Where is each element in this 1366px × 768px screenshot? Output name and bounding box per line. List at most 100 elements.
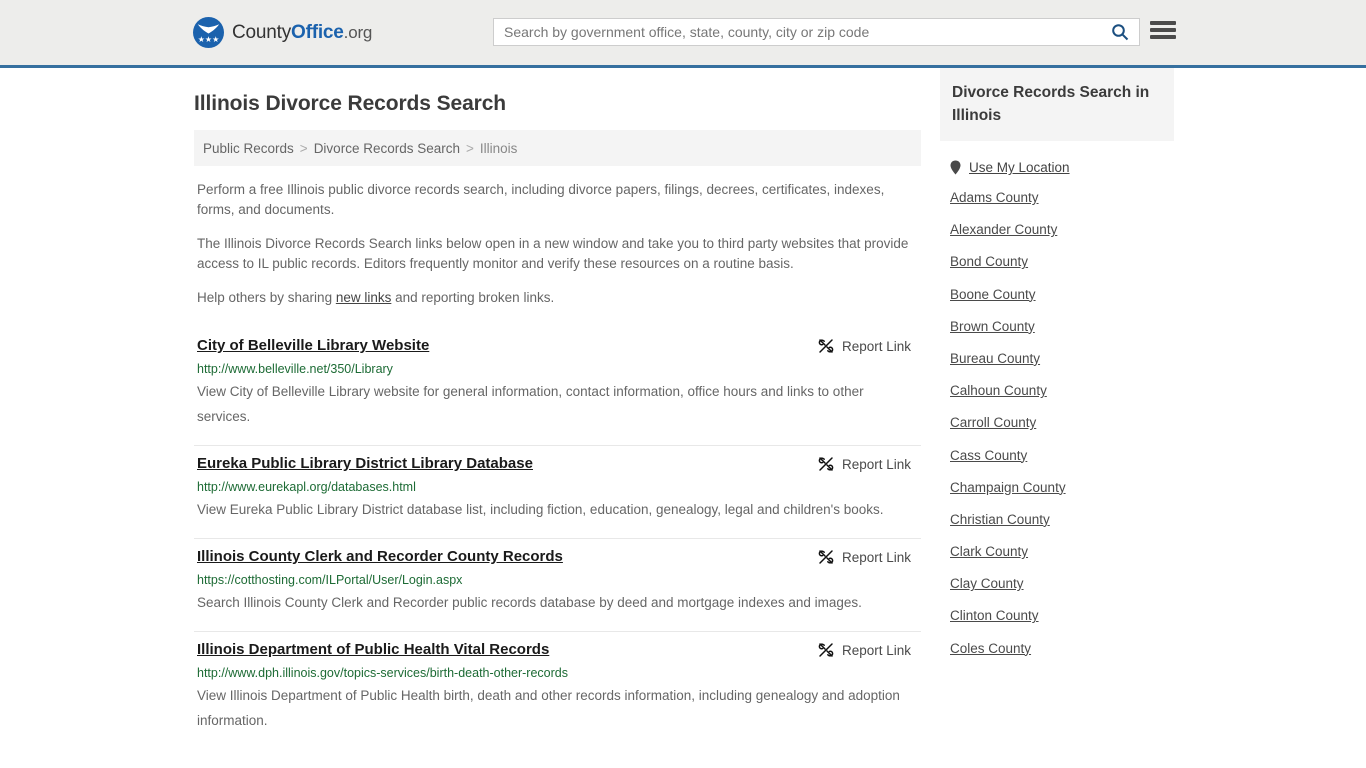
county-list-item: Clay County <box>950 575 1174 593</box>
county-list-item: Champaign County <box>950 479 1174 497</box>
county-list-item: Alexander County <box>950 221 1174 239</box>
result-item: City of Belleville Library Website Report… <box>194 328 921 446</box>
result-description: View Eureka Public Library District data… <box>197 502 884 517</box>
result-title-link[interactable]: Eureka Public Library District Library D… <box>197 454 533 474</box>
county-list-item: Bond County <box>950 253 1174 271</box>
logo-text-county: County <box>232 21 292 43</box>
result-header: Illinois County Clerk and Recorder Count… <box>197 547 918 567</box>
county-list-item: Clinton County <box>950 607 1174 625</box>
sidebar-heading: Divorce Records Search in Illinois <box>952 84 1150 124</box>
county-link[interactable]: Christian County <box>950 512 1050 527</box>
report-link-label: Report Link <box>841 549 911 565</box>
county-list-item: Calhoun County <box>950 382 1174 400</box>
broken-link-icon <box>818 550 834 564</box>
result-header: Eureka Public Library District Library D… <box>197 454 918 474</box>
result-header: City of Belleville Library Website Report… <box>197 336 918 356</box>
result-header: Illinois Department of Public Health Vit… <box>197 640 918 660</box>
eagle-wing-icon <box>197 24 220 34</box>
broken-link-icon <box>818 457 834 471</box>
report-link-button[interactable]: Report Link <box>818 642 918 658</box>
page-title: Illinois Divorce Records Search <box>194 92 507 115</box>
content-container: Illinois Divorce Records Search Public R… <box>189 68 1177 749</box>
county-link[interactable]: Clay County <box>950 576 1024 591</box>
search-button[interactable] <box>1101 19 1139 45</box>
report-link-label: Report Link <box>841 642 911 658</box>
use-my-location-row[interactable]: Use My Location <box>950 160 1174 175</box>
intro-p3-before: Help others by sharing <box>197 290 336 305</box>
county-link[interactable]: Cass County <box>950 448 1027 463</box>
county-link[interactable]: Coles County <box>950 641 1031 656</box>
intro-paragraph-1: Perform a free Illinois public divorce r… <box>197 182 885 217</box>
county-link[interactable]: Champaign County <box>950 480 1066 495</box>
county-link[interactable]: Alexander County <box>950 222 1057 237</box>
use-my-location-link[interactable]: Use My Location <box>969 160 1070 175</box>
report-link-button[interactable]: Report Link <box>818 549 918 565</box>
breadcrumb-item-divorce-records-search[interactable]: Divorce Records Search <box>314 141 460 156</box>
county-list-item: Brown County <box>950 318 1174 336</box>
logo-text-office: Office <box>291 21 344 43</box>
logo-text: CountyOffice.org <box>232 22 372 44</box>
result-title-link[interactable]: Illinois Department of Public Health Vit… <box>197 640 549 660</box>
intro-paragraph-3: Help others by sharing new links and rep… <box>194 288 921 308</box>
report-link-label: Report Link <box>841 456 911 472</box>
county-link[interactable]: Bureau County <box>950 351 1040 366</box>
county-list-item: Christian County <box>950 511 1174 529</box>
breadcrumb: Public Records > Divorce Records Search … <box>194 130 921 166</box>
county-link[interactable]: Bond County <box>950 254 1028 269</box>
hamburger-bar-1 <box>1150 21 1176 25</box>
county-list-item: Adams County <box>950 189 1174 207</box>
county-link[interactable]: Adams County <box>950 190 1039 205</box>
result-description: Search Illinois County Clerk and Recorde… <box>197 595 862 610</box>
result-url[interactable]: https://cotthosting.com/ILPortal/User/Lo… <box>197 572 918 588</box>
county-link[interactable]: Carroll County <box>950 415 1036 430</box>
breadcrumb-item-public-records[interactable]: Public Records <box>203 141 294 156</box>
county-list-item: Cass County <box>950 447 1174 465</box>
county-link[interactable]: Boone County <box>950 287 1036 302</box>
new-links-link[interactable]: new links <box>336 290 392 305</box>
result-url[interactable]: http://www.dph.illinois.gov/topics-servi… <box>197 665 918 681</box>
county-list-item: Clark County <box>950 543 1174 561</box>
breadcrumb-separator-2: > <box>466 140 474 156</box>
result-title-link[interactable]: City of Belleville Library Website <box>197 336 429 356</box>
search-bar[interactable] <box>493 18 1140 46</box>
result-title-link[interactable]: Illinois County Clerk and Recorder Count… <box>197 547 563 567</box>
site-logo[interactable]: ★★★ CountyOffice.org <box>193 17 372 48</box>
county-list-item: Bureau County <box>950 350 1174 368</box>
result-description: View City of Belleville Library website … <box>197 384 864 424</box>
result-url[interactable]: http://www.belleville.net/350/Library <box>197 361 918 377</box>
logo-text-org: .org <box>343 22 373 42</box>
county-office-logo-icon: ★★★ <box>193 17 224 48</box>
result-item: Illinois County Clerk and Recorder Count… <box>194 539 921 632</box>
result-url[interactable]: http://www.eurekapl.org/databases.html <box>197 479 918 495</box>
county-link[interactable]: Brown County <box>950 319 1035 334</box>
report-link-label: Report Link <box>841 338 911 354</box>
breadcrumb-separator-1: > <box>299 140 308 156</box>
result-item: Eureka Public Library District Library D… <box>194 446 921 539</box>
site-header: ★★★ CountyOffice.org <box>0 0 1366 68</box>
broken-link-icon <box>818 339 834 353</box>
county-link[interactable]: Clinton County <box>950 608 1039 623</box>
main-column: Illinois Divorce Records Search Public R… <box>194 68 921 749</box>
intro-paragraph-2: The Illinois Divorce Records Search link… <box>197 236 909 271</box>
county-list-item: Coles County <box>950 640 1174 658</box>
hamburger-menu-button[interactable] <box>1150 19 1176 41</box>
intro-text: Perform a free Illinois public divorce r… <box>194 180 921 308</box>
result-item: Illinois Department of Public Health Vit… <box>194 632 921 749</box>
report-link-button[interactable]: Report Link <box>818 338 918 354</box>
sidebar-header-box: Divorce Records Search in Illinois <box>940 68 1174 141</box>
search-icon <box>1112 24 1129 41</box>
sidebar: Divorce Records Search in Illinois Use M… <box>940 68 1174 672</box>
result-description: View Illinois Department of Public Healt… <box>197 688 900 728</box>
hamburger-bar-2 <box>1150 28 1176 32</box>
county-list: Adams County Alexander County Bond County B… <box>940 189 1174 658</box>
hamburger-bar-3 <box>1150 35 1176 39</box>
search-input[interactable] <box>494 19 1101 45</box>
page-body: Illinois Divorce Records Search Public R… <box>0 68 1366 749</box>
breadcrumb-item-illinois: Illinois <box>479 140 518 156</box>
map-pin-icon <box>950 160 961 175</box>
county-link[interactable]: Clark County <box>950 544 1028 559</box>
report-link-button[interactable]: Report Link <box>818 456 918 472</box>
three-stars-icon: ★★★ <box>197 35 220 44</box>
county-list-item: Carroll County <box>950 414 1174 432</box>
county-link[interactable]: Calhoun County <box>950 383 1047 398</box>
